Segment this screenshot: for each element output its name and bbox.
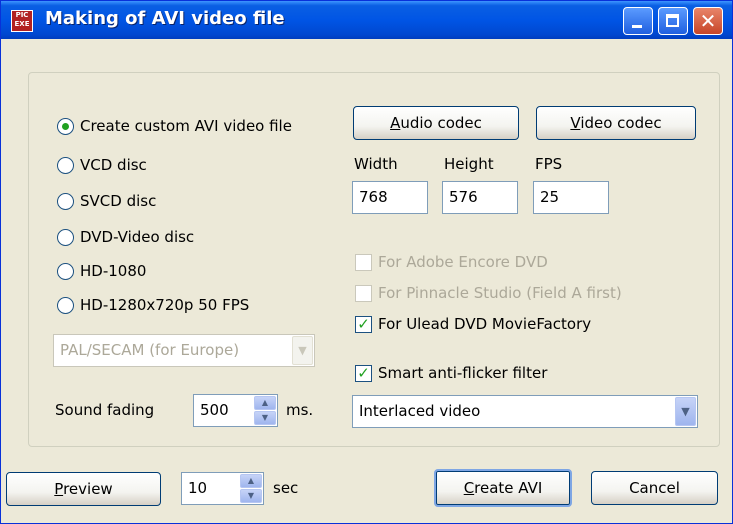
checkbox-label: For Pinnacle Studio (Field A first) (378, 284, 622, 302)
height-input[interactable]: 576 (442, 181, 518, 214)
check-icon[interactable]: ✓ (355, 364, 372, 382)
chevron-down-icon[interactable]: ▼ (292, 336, 313, 365)
width-input[interactable]: 768 (352, 181, 428, 214)
checkbox-pinnacle-studio[interactable]: For Pinnacle Studio (Field A first) (355, 282, 622, 304)
close-button[interactable]: ✕ (693, 7, 723, 35)
radio-button[interactable] (57, 117, 74, 135)
radio-hd-720p[interactable]: HD-1280x720p 50 FPS (57, 294, 249, 316)
app-icon: PIC EXE (11, 10, 33, 32)
accelerator-key: P (54, 480, 64, 498)
radio-label: HD-1080 (80, 262, 147, 280)
radio-label: HD-1280x720p 50 FPS (80, 296, 250, 314)
checkbox-label: For Ulead DVD MovieFactory (378, 315, 592, 333)
tv-standard-value: PAL/SECAM (for Europe) (60, 341, 240, 359)
label-part: ideo codec (580, 114, 662, 132)
fps-label: FPS (535, 155, 563, 173)
accelerator-key: V (570, 114, 581, 132)
title-bar[interactable]: PIC EXE Making of AVI video file ✕ (1, 1, 732, 39)
radio-dvd-video[interactable]: DVD-Video disc (57, 226, 194, 248)
radio-button[interactable] (57, 262, 74, 280)
radio-custom-avi[interactable]: Create custom AVI video file (57, 115, 292, 137)
preview-seconds-unit: sec (273, 479, 299, 497)
radio-button[interactable] (57, 228, 74, 246)
radio-svcd[interactable]: SVCD disc (57, 190, 156, 212)
preview-seconds-value[interactable]: 10 (188, 473, 207, 504)
fps-input[interactable]: 25 (533, 181, 609, 214)
checkbox-ulead-dvd[interactable]: ✓ For Ulead DVD MovieFactory (355, 313, 591, 335)
accelerator-key: A (390, 114, 401, 132)
window-title: Making of AVI video file (45, 8, 285, 29)
chevron-down-icon[interactable]: ▼ (675, 397, 696, 426)
checkbox-label: Smart anti-flicker filter (378, 364, 548, 382)
radio-button[interactable] (57, 192, 74, 210)
preview-button[interactable]: Preview (6, 472, 161, 506)
height-label: Height (444, 155, 494, 173)
sound-fading-value[interactable]: 500 (200, 395, 229, 426)
checkbox-antiflicker[interactable]: ✓ Smart anti-flicker filter (355, 362, 547, 384)
radio-label: VCD disc (80, 156, 147, 174)
minimize-button[interactable] (623, 7, 653, 35)
sound-fading-label: Sound fading (55, 401, 155, 419)
maximize-button[interactable] (658, 7, 688, 35)
avi-dialog-window: PIC EXE Making of AVI video file ✕ Creat… (0, 0, 733, 524)
radio-label: SVCD disc (80, 192, 157, 210)
radio-button[interactable] (57, 296, 74, 314)
radio-vcd[interactable]: VCD disc (57, 154, 147, 176)
preview-seconds-spinner[interactable]: 10 ▲ ▼ (181, 472, 264, 505)
radio-label: DVD-Video disc (80, 228, 195, 246)
spin-up-icon[interactable]: ▲ (240, 474, 262, 488)
maximize-icon (666, 14, 679, 27)
spin-down-icon[interactable]: ▼ (254, 411, 276, 425)
minimize-icon (632, 25, 642, 28)
create-avi-button[interactable]: Create AVI (434, 469, 572, 507)
spin-down-icon[interactable]: ▼ (240, 489, 262, 503)
checkbox-label: For Adobe Encore DVD (378, 253, 548, 271)
checkbox[interactable] (355, 253, 372, 271)
cancel-button[interactable]: Cancel (591, 471, 718, 505)
label-part: reate AVI (474, 479, 543, 497)
radio-hd-1080[interactable]: HD-1080 (57, 260, 146, 282)
audio-codec-button[interactable]: Audio codec (353, 106, 519, 140)
close-icon: ✕ (699, 9, 717, 33)
width-label: Width (354, 155, 398, 173)
video-mode-value: Interlaced video (359, 402, 481, 420)
label-part: udio codec (400, 114, 482, 132)
check-icon[interactable]: ✓ (355, 315, 372, 333)
radio-label: Create custom AVI video file (80, 117, 292, 135)
tv-standard-select[interactable]: PAL/SECAM (for Europe) ▼ (53, 334, 315, 367)
radio-button[interactable] (57, 156, 74, 174)
accelerator-key: C (463, 479, 475, 497)
video-codec-button[interactable]: Video codec (536, 106, 696, 140)
checkbox-adobe-encore[interactable]: For Adobe Encore DVD (355, 251, 548, 273)
sound-fading-spinner[interactable]: 500 ▲ ▼ (193, 394, 278, 427)
spin-up-icon[interactable]: ▲ (254, 396, 276, 410)
video-mode-select[interactable]: Interlaced video ▼ (352, 395, 698, 428)
label-part: review (63, 480, 113, 498)
sound-fading-unit: ms. (286, 401, 314, 419)
checkbox[interactable] (355, 284, 372, 302)
